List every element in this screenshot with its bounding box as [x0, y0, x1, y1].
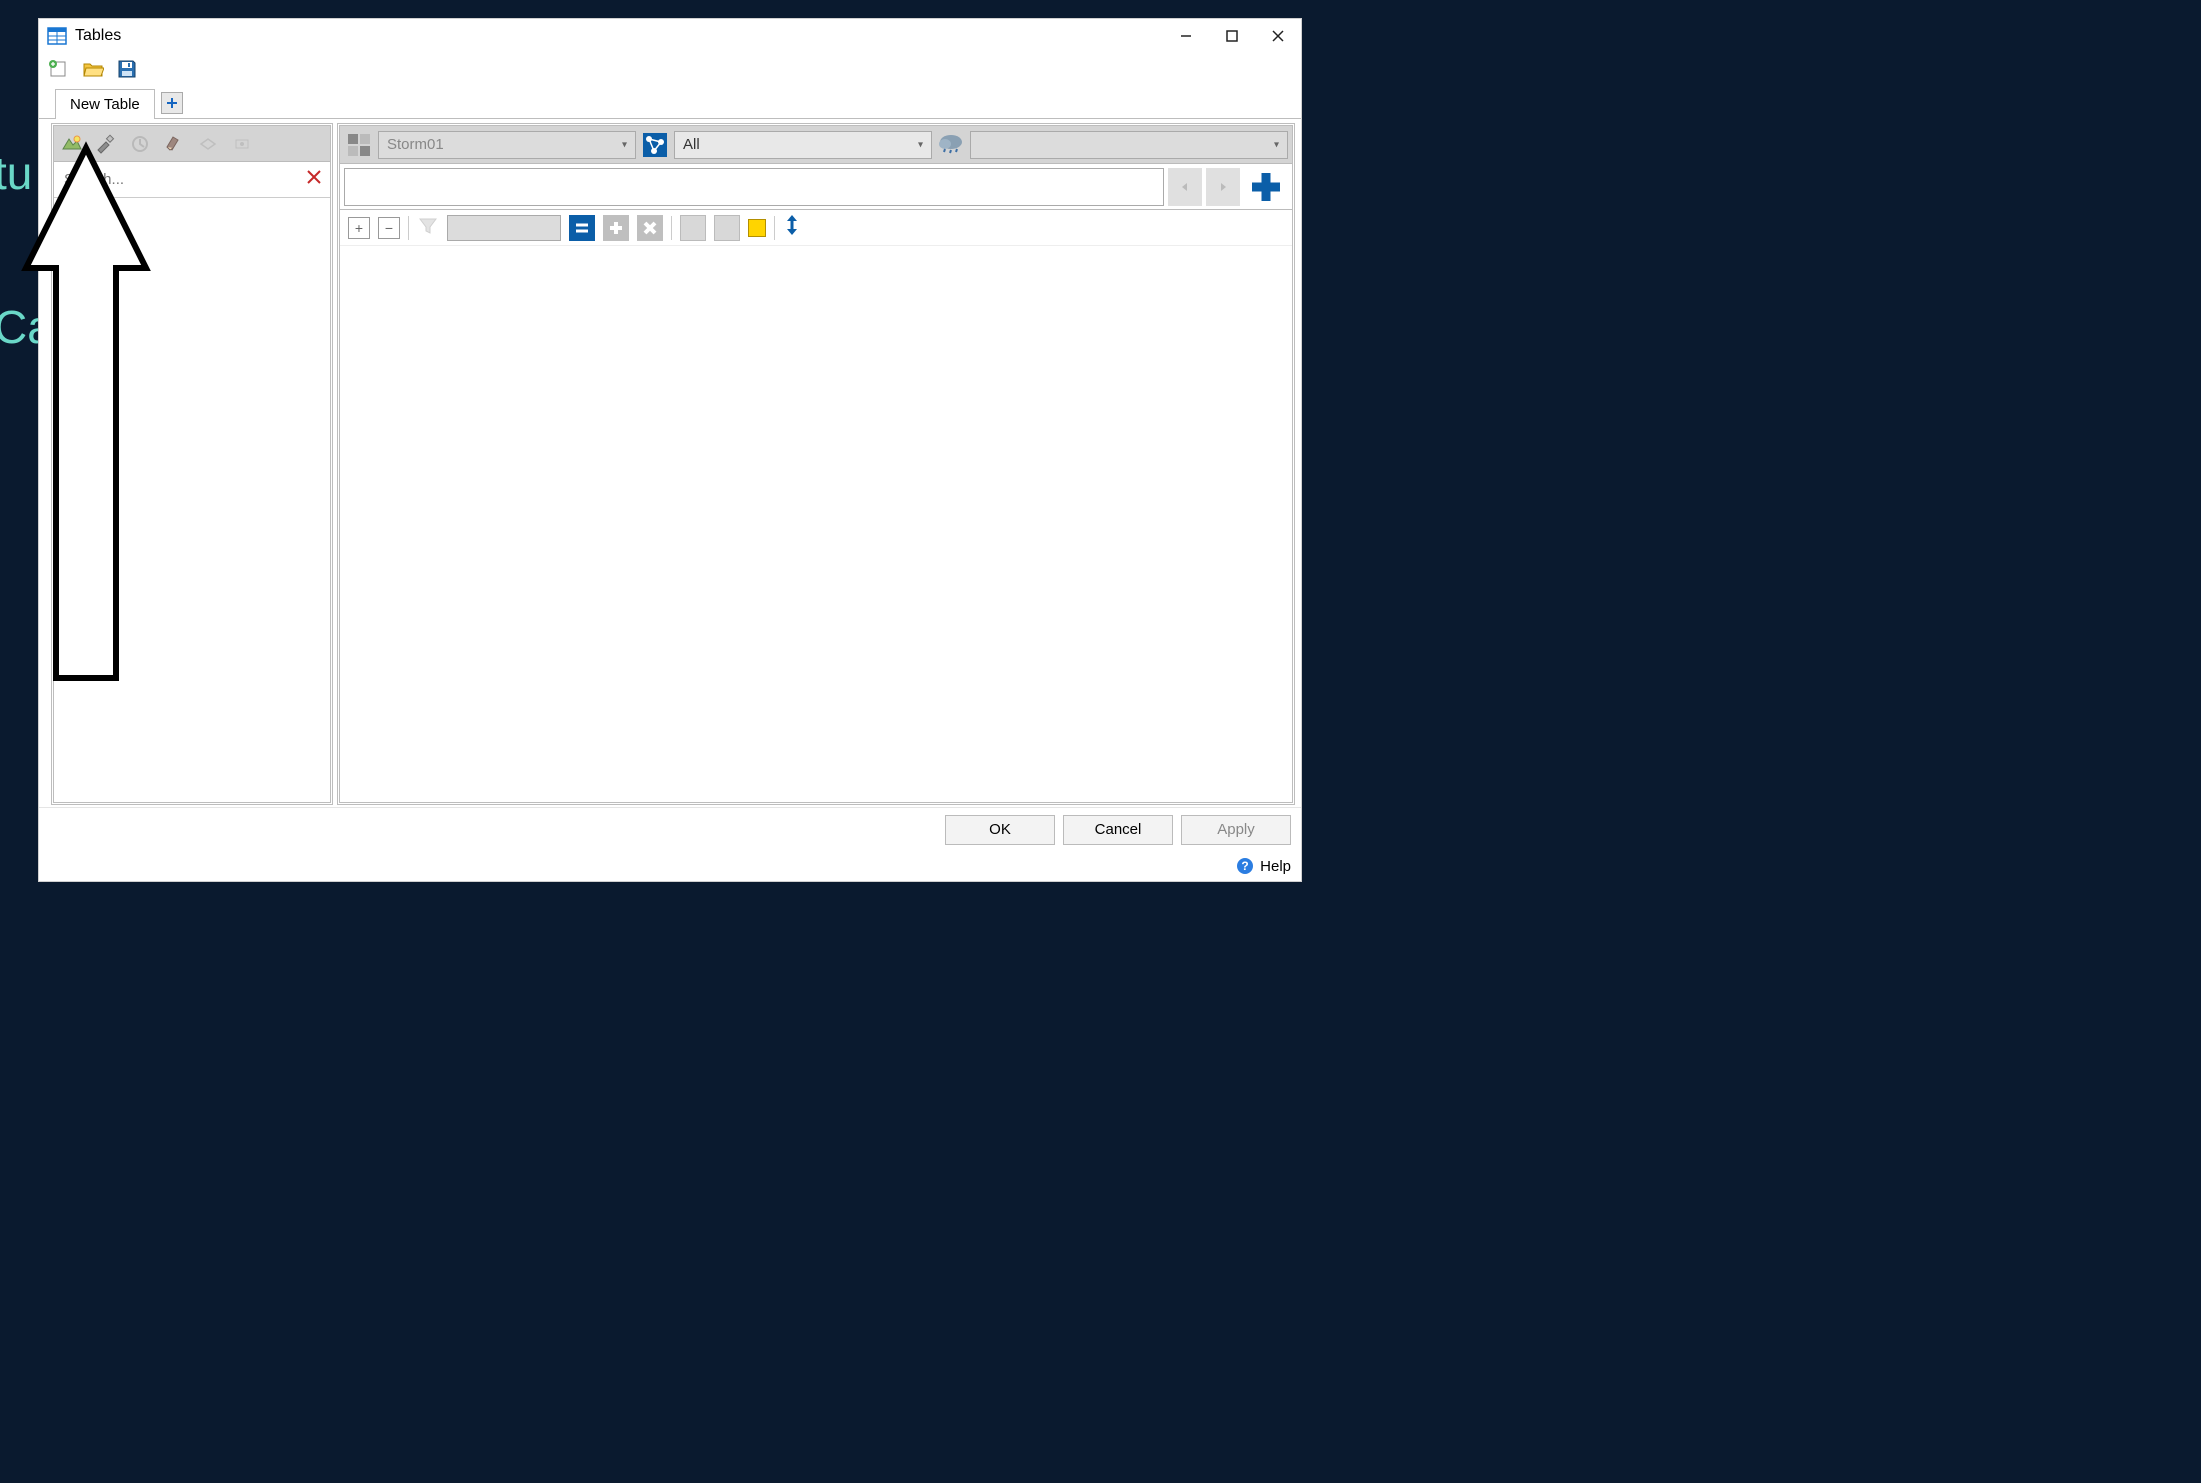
filter-value-input[interactable] — [447, 215, 561, 241]
search-input[interactable] — [62, 170, 306, 189]
grid-area[interactable] — [340, 246, 1292, 802]
help-link[interactable]: Help — [1260, 858, 1291, 875]
remove-filter-button[interactable] — [637, 215, 663, 241]
add-tab-button[interactable] — [161, 92, 183, 114]
cancel-button[interactable]: Cancel — [1063, 815, 1173, 845]
query-input[interactable] — [344, 168, 1164, 206]
add-button[interactable] — [1244, 165, 1288, 209]
columns2-button[interactable] — [714, 215, 740, 241]
storm-select[interactable]: Storm01 ▾ — [378, 131, 636, 159]
highlight-button[interactable] — [748, 219, 766, 237]
rainfall-select[interactable]: ▾ — [970, 131, 1288, 159]
next-button[interactable] — [1206, 168, 1240, 206]
dialog-footer: OK Cancel Apply — [39, 807, 1301, 851]
open-button[interactable] — [81, 57, 105, 81]
chevron-down-icon: ▾ — [918, 139, 923, 150]
titlebar: Tables — [39, 19, 1301, 53]
window-title: Tables — [75, 27, 121, 45]
separator — [774, 216, 775, 240]
minimize-button[interactable] — [1163, 19, 1209, 53]
tool3-icon — [128, 132, 152, 156]
separator — [671, 216, 672, 240]
clear-selection-icon[interactable] — [162, 132, 186, 156]
help-icon[interactable]: ? — [1236, 857, 1254, 875]
tool6-icon — [230, 132, 254, 156]
equals-button[interactable] — [569, 215, 595, 241]
left-panel — [51, 123, 333, 805]
svg-text:?: ? — [1241, 859, 1248, 873]
separator — [408, 216, 409, 240]
tables-window: Tables New Table — [38, 18, 1302, 882]
storm-select-label: Storm01 — [387, 136, 444, 153]
table-icon — [47, 26, 67, 46]
filter-select-label: All — [683, 136, 700, 153]
prev-button[interactable] — [1168, 168, 1202, 206]
chevron-down-icon: ▾ — [622, 139, 627, 150]
filter-select[interactable]: All ▾ — [674, 131, 932, 159]
apply-button[interactable]: Apply — [1181, 815, 1291, 845]
left-toolbar — [54, 126, 330, 162]
maximize-button[interactable] — [1209, 19, 1255, 53]
tool2-icon[interactable] — [94, 132, 118, 156]
tree-area[interactable] — [54, 198, 330, 802]
main-toolbar — [39, 53, 1301, 85]
scenario-icon[interactable] — [344, 130, 374, 160]
expand-button[interactable]: + — [348, 217, 370, 239]
right-panel: Storm01 ▾ All ▾ ▾ — [337, 123, 1295, 805]
query-toolbar — [340, 164, 1292, 210]
show-in-plan-view-icon[interactable] — [60, 132, 84, 156]
add-filter-button[interactable] — [603, 215, 629, 241]
collapse-button[interactable]: − — [378, 217, 400, 239]
background-decor: tu — [0, 146, 32, 200]
search-row — [54, 162, 330, 198]
tool5-icon — [196, 132, 220, 156]
tab-strip: New Table — [39, 85, 1301, 119]
close-button[interactable] — [1255, 19, 1301, 53]
chevron-down-icon: ▾ — [1274, 139, 1279, 150]
main-body: Storm01 ▾ All ▾ ▾ — [39, 119, 1301, 807]
save-button[interactable] — [115, 57, 139, 81]
columns-button[interactable] — [680, 215, 706, 241]
rain-icon[interactable] — [936, 130, 966, 160]
funnel-icon[interactable] — [417, 215, 439, 240]
scenario-toolbar: Storm01 ▾ All ▾ ▾ — [340, 126, 1292, 164]
tab-new-table[interactable]: New Table — [55, 89, 155, 119]
filter-toolbar: + − — [340, 210, 1292, 246]
clear-search-button[interactable] — [306, 169, 322, 190]
network-icon[interactable] — [640, 130, 670, 160]
ok-button[interactable]: OK — [945, 815, 1055, 845]
help-row: ? Help — [39, 851, 1301, 881]
resize-vertical-icon[interactable] — [783, 213, 801, 243]
new-table-button[interactable] — [47, 57, 71, 81]
